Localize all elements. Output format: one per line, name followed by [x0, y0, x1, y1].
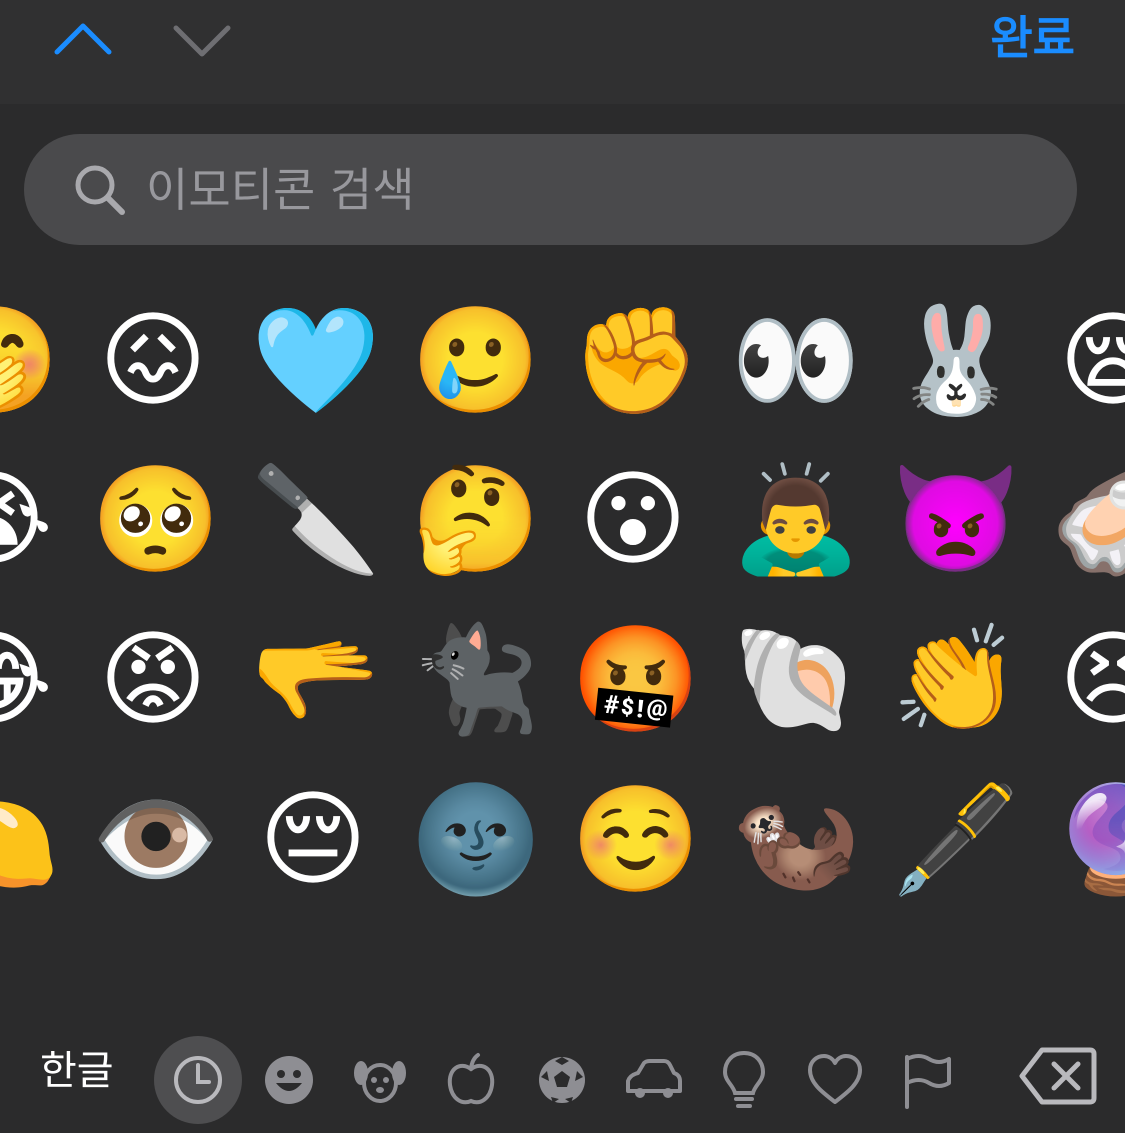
emoji-key[interactable]: 🤭	[0, 298, 60, 422]
emoji-key[interactable]: 😔	[251, 777, 375, 901]
clock-icon	[174, 1056, 222, 1104]
emoji-key[interactable]: 😪	[1051, 298, 1125, 422]
emoji-key[interactable]: 😖	[91, 298, 215, 422]
emoji-key[interactable]: 👁️	[91, 777, 221, 901]
emoji-key[interactable]: 🩵	[251, 298, 381, 422]
next-field-button[interactable]	[167, 12, 237, 68]
emoji-keyboard: 🤭😖 🩵🥲✊👀🐰😪 😭 🥺🔪🤔😮 🙇‍♂️👿🦪 😂 😡 🫳🐈‍⬛🤬🐚👏😣 🍋👁️😔 🌚☺️🦦🖋️🔮…	[0, 104, 1125, 1124]
soccer-ball-icon	[539, 1057, 585, 1103]
emoji-key[interactable]: 🫳	[251, 617, 381, 741]
emoji-search-input[interactable]	[146, 134, 1026, 245]
category-symbols[interactable]	[791, 1036, 879, 1124]
emoji-key[interactable]: 😭	[0, 457, 54, 581]
lightbulb-icon	[722, 1050, 766, 1108]
emoji-key[interactable]: 🐚	[731, 617, 861, 741]
emoji-key[interactable]: 😡	[91, 617, 215, 741]
emoji-key[interactable]: 🔪	[251, 457, 381, 581]
emoji-key[interactable]: ✊	[571, 298, 701, 422]
emoji-key[interactable]: 🙇‍♂️	[731, 457, 861, 581]
heart-icon	[808, 1054, 862, 1104]
emoji-key[interactable]: 👏	[891, 617, 1021, 741]
emoji-key[interactable]: 🦦	[731, 777, 861, 901]
emoji-grid: 🤭😖 🩵🥲✊👀🐰😪 😭 🥺🔪🤔😮 🙇‍♂️👿🦪 😂 😡 🫳🐈‍⬛🤬🐚👏😣 🍋👁️😔 🌚☺️🦦🖋️🔮	[0, 284, 1125, 924]
delete-button[interactable]	[1018, 1044, 1098, 1108]
category-animals[interactable]	[336, 1036, 424, 1124]
emoji-key[interactable]: 🖋️	[891, 777, 1021, 901]
emoji-key[interactable]: 😂	[0, 617, 54, 741]
emoji-key[interactable]: 🥲	[411, 298, 541, 422]
category-smileys[interactable]	[245, 1036, 333, 1124]
category-travel[interactable]	[609, 1036, 697, 1124]
apple-icon	[447, 1053, 495, 1105]
emoji-key[interactable]: 🤬	[571, 617, 701, 741]
category-objects[interactable]	[700, 1036, 788, 1124]
category-recent[interactable]	[154, 1036, 242, 1124]
category-food[interactable]	[427, 1036, 515, 1124]
emoji-key[interactable]: 👿	[891, 457, 1021, 581]
chevron-up-icon	[54, 23, 112, 55]
smiley-icon	[265, 1056, 313, 1104]
emoji-key[interactable]: 🐰	[891, 298, 1021, 422]
keyboard-switch-button[interactable]: 한글	[40, 1046, 114, 1096]
input-accessory-toolbar: 완료	[0, 0, 1125, 104]
emoji-key[interactable]: ☺️	[571, 777, 701, 901]
magnifier-icon	[75, 165, 125, 215]
emoji-key[interactable]: 🔮	[1051, 777, 1125, 901]
emoji-key[interactable]: 🦪	[1051, 457, 1125, 581]
emoji-key[interactable]: 🍋	[0, 777, 60, 901]
dog-icon	[354, 1061, 406, 1103]
flag-icon	[905, 1054, 951, 1109]
emoji-key[interactable]: 🐈‍⬛	[411, 617, 541, 741]
previous-field-button[interactable]	[48, 12, 118, 68]
emoji-key[interactable]: 🤔	[411, 457, 541, 581]
emoji-key[interactable]: 😮	[571, 457, 695, 581]
emoji-key[interactable]: 🥺	[91, 457, 221, 581]
done-button[interactable]: 완료	[990, 8, 1075, 68]
category-flags[interactable]	[882, 1036, 970, 1124]
chevron-down-icon	[173, 25, 231, 57]
emoji-key[interactable]: 🌚	[411, 777, 541, 901]
car-icon	[626, 1059, 682, 1098]
category-bar: 한글	[0, 1026, 1125, 1133]
category-activity[interactable]	[518, 1036, 606, 1124]
emoji-search-bar[interactable]	[24, 134, 1077, 245]
emoji-key[interactable]: 👀	[731, 298, 861, 422]
emoji-key[interactable]: 😣	[1051, 617, 1125, 741]
backspace-icon	[1019, 1047, 1097, 1105]
